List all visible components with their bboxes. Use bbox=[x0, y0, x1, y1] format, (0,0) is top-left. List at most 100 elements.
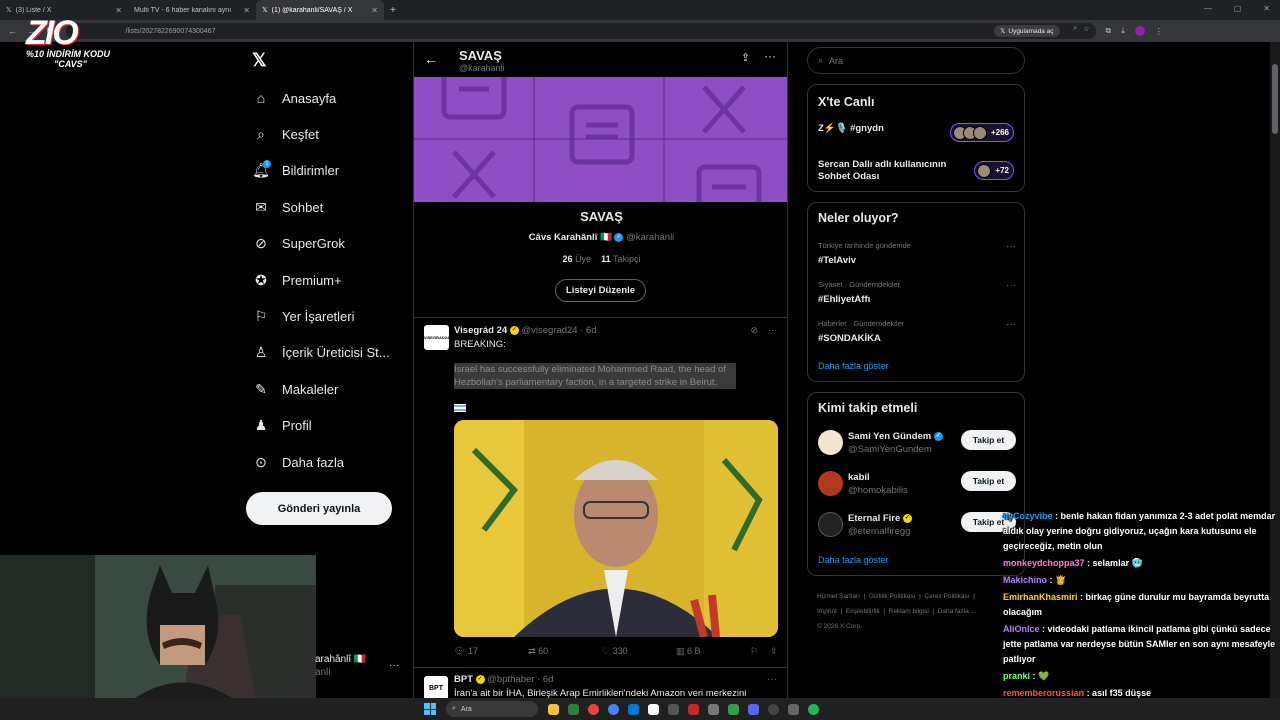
avatar[interactable]: BPT bbox=[424, 676, 448, 700]
trend-item[interactable]: Haberler · Gündemdekiler #SONDAKİKA ··· bbox=[818, 319, 1016, 344]
minimize-icon[interactable]: — bbox=[1204, 4, 1212, 13]
obs-icon[interactable] bbox=[768, 703, 779, 715]
close-icon[interactable]: ✕ bbox=[243, 6, 250, 15]
footer-link[interactable]: Çerez Politikası bbox=[924, 593, 969, 600]
tweet-photo bbox=[454, 420, 778, 637]
follow-button[interactable]: Takip et bbox=[961, 430, 1016, 450]
sidebar-item-profile[interactable]: ♟ Profil bbox=[252, 408, 402, 444]
footer-link[interactable]: Hizmet Şartları bbox=[817, 593, 860, 600]
tweet-author[interactable]: BPT ✓ @bpthaber · 6d bbox=[454, 674, 553, 685]
reply-button[interactable]: 💬︎ 17 bbox=[454, 646, 528, 657]
follow-suggestion[interactable]: Sami Yen Gündem ✓ @SamiYenGundem Takip et bbox=[818, 430, 1016, 460]
taskbar-search[interactable]: ⌕ Ara bbox=[446, 701, 538, 717]
tweet-author[interactable]: Visegrád 24 ✓ @visegrad24 · 6d bbox=[454, 325, 597, 336]
live-listeners-pill[interactable]: +266 bbox=[949, 123, 1014, 142]
footer-link[interactable]: Imprint bbox=[817, 608, 837, 615]
list-owner[interactable]: Câvs Karahânlî 🇮🇹 ✓ @karahanli bbox=[414, 232, 787, 243]
follow-suggestion[interactable]: Eternal Fire ✓ @eternalfiregg Takip et bbox=[818, 512, 1016, 542]
follow-button[interactable]: Takip et bbox=[961, 471, 1016, 491]
followers-link[interactable]: 11 Takipçi bbox=[601, 254, 640, 264]
back-icon[interactable]: ← bbox=[8, 26, 17, 37]
sidebar-item-premium[interactable]: ✪ Premium+ bbox=[252, 262, 402, 298]
account-more-icon[interactable]: ··· bbox=[389, 660, 399, 671]
close-window-icon[interactable]: ✕ bbox=[1263, 4, 1270, 13]
live-listeners-pill[interactable]: +72 bbox=[974, 161, 1014, 180]
grok-icon: ⊘ bbox=[255, 235, 267, 252]
windows-start-icon[interactable] bbox=[424, 703, 436, 715]
browser-tab[interactable]: Multi TV - 6 haber kanalını aynı ✕ bbox=[128, 0, 256, 20]
post-button[interactable]: Gönderi yayınla bbox=[246, 492, 392, 525]
sidebar-item-explore[interactable]: ⌕ Keşfet bbox=[252, 116, 402, 152]
more-options-icon[interactable]: ··· bbox=[1006, 280, 1016, 291]
show-more-link[interactable]: Daha fazla göster bbox=[818, 555, 889, 565]
more-options-icon[interactable]: ··· bbox=[768, 325, 777, 336]
new-tab-icon[interactable]: + bbox=[390, 5, 396, 16]
download-icon[interactable]: ⤓ bbox=[1121, 26, 1125, 36]
like-button[interactable]: ♡ 330 bbox=[602, 646, 676, 657]
x-logo-icon[interactable]: 𝕏 bbox=[252, 50, 267, 71]
share-icon[interactable]: ⇪ bbox=[741, 51, 750, 64]
sidebar-item-articles[interactable]: ✎ Makaleler bbox=[252, 371, 402, 407]
tweet-image[interactable] bbox=[454, 420, 778, 637]
members-link[interactable]: 26 Üye bbox=[563, 254, 592, 264]
sidebar-item-bookmarks[interactable]: ⚐ Yer İşaretleri bbox=[252, 298, 402, 334]
edit-list-button[interactable]: Listeyi Düzenle bbox=[555, 279, 646, 302]
retweet-button[interactable]: ⇄ 60 bbox=[528, 646, 602, 657]
footer-link[interactable]: Reklam bilgisi bbox=[889, 608, 929, 615]
spotify-icon[interactable] bbox=[808, 703, 819, 715]
maximize-icon[interactable]: ▢ bbox=[1234, 4, 1242, 13]
bookmark-button[interactable]: ⚐ bbox=[750, 646, 770, 657]
sidebar-item-more[interactable]: ⊙ Daha fazla bbox=[252, 444, 402, 480]
footer-link[interactable]: Daha fazla ... bbox=[938, 608, 976, 615]
browser-icon[interactable] bbox=[608, 703, 619, 715]
views-button[interactable]: ▥ 6 B bbox=[676, 646, 750, 657]
tab-label: (3) Liste / X bbox=[15, 6, 52, 14]
search-input[interactable]: ⌕ Ara bbox=[807, 47, 1025, 74]
chat-username: EmirhanKhasmiri bbox=[1003, 592, 1078, 602]
zoom-icon[interactable]: ⌕ bbox=[1073, 25, 1077, 33]
more-options-icon[interactable]: ··· bbox=[767, 674, 777, 685]
app-icon[interactable] bbox=[708, 703, 719, 715]
close-icon[interactable]: ✕ bbox=[371, 6, 378, 15]
more-options-icon[interactable]: ··· bbox=[1006, 241, 1016, 252]
browser-tab-active[interactable]: 𝕏 (1) @karahanli/SAVAŞ / X ✕ bbox=[256, 0, 384, 20]
live-space-title[interactable]: Z⚡🎙️ #gnydn bbox=[818, 123, 938, 135]
back-arrow-icon[interactable]: ← bbox=[424, 51, 438, 67]
trend-item[interactable]: Siyaset · Gündemdekiler #EhliyetAffı ··· bbox=[818, 280, 1016, 305]
more-options-icon[interactable]: ··· bbox=[764, 49, 776, 63]
avatar[interactable]: VISEGRAD24 bbox=[424, 325, 449, 350]
profile-avatar[interactable] bbox=[1134, 26, 1145, 36]
star-icon[interactable]: ☆ bbox=[1083, 25, 1089, 33]
app-icon[interactable] bbox=[648, 703, 659, 715]
app-icon[interactable] bbox=[628, 703, 639, 715]
sidebar-item-home[interactable]: ⌂ Anasayfa bbox=[252, 80, 402, 116]
app-icon[interactable] bbox=[688, 703, 699, 715]
sidebar-item-supergrok[interactable]: ⊘ SuperGrok bbox=[252, 226, 402, 262]
more-options-icon[interactable]: ··· bbox=[1006, 319, 1016, 330]
grok-icon[interactable]: ⊘ bbox=[750, 325, 758, 336]
app-icon[interactable] bbox=[728, 703, 739, 715]
app-icon[interactable] bbox=[568, 703, 579, 715]
trend-item[interactable]: Türkiye tarihinde gündemde #TelAviv ··· bbox=[818, 241, 1016, 266]
sidebar-item-creator-studio[interactable]: ♙ İçerik Üreticisi St... bbox=[252, 335, 402, 371]
app-icon[interactable] bbox=[788, 703, 799, 715]
sidebar-item-chat[interactable]: ✉ Sohbet bbox=[252, 189, 402, 225]
discord-icon[interactable] bbox=[748, 703, 759, 715]
open-in-app-button[interactable]: 𝕏 Uygulamada aç bbox=[994, 25, 1060, 37]
follow-suggestion[interactable]: kabil @homokabilis Takip et bbox=[818, 471, 1016, 501]
share-button[interactable]: ⇪ bbox=[770, 646, 784, 657]
sidebar-item-notifications[interactable]: 🔔︎ 1 Bildirimler bbox=[252, 153, 402, 189]
stream-chat-overlay: ayCozyvibe : benle hakan fidan yanımıza … bbox=[1003, 509, 1280, 703]
live-space-title[interactable]: Sercan Dallı adlı kullanıcının Sohbet Od… bbox=[818, 159, 963, 183]
address-bar[interactable]: /lists/2027822690074300467 𝕏 Uygulamada a… bbox=[65, 23, 1096, 39]
file-explorer-icon[interactable] bbox=[548, 703, 559, 715]
chrome-icon[interactable] bbox=[588, 703, 599, 715]
account-switcher[interactable]: arahânlî 🇮🇹 anli bbox=[315, 654, 366, 678]
extensions-icon[interactable]: ⧉ bbox=[1106, 26, 1112, 36]
menu-icon[interactable]: ⋮ bbox=[1155, 27, 1163, 36]
scrollbar-thumb[interactable] bbox=[1272, 64, 1278, 134]
footer-link[interactable]: Erişilebilirlik bbox=[846, 608, 880, 615]
app-icon[interactable] bbox=[668, 703, 679, 715]
show-more-link[interactable]: Daha fazla göster bbox=[818, 361, 889, 371]
footer-link[interactable]: Gizlilik Politikası bbox=[869, 593, 916, 600]
